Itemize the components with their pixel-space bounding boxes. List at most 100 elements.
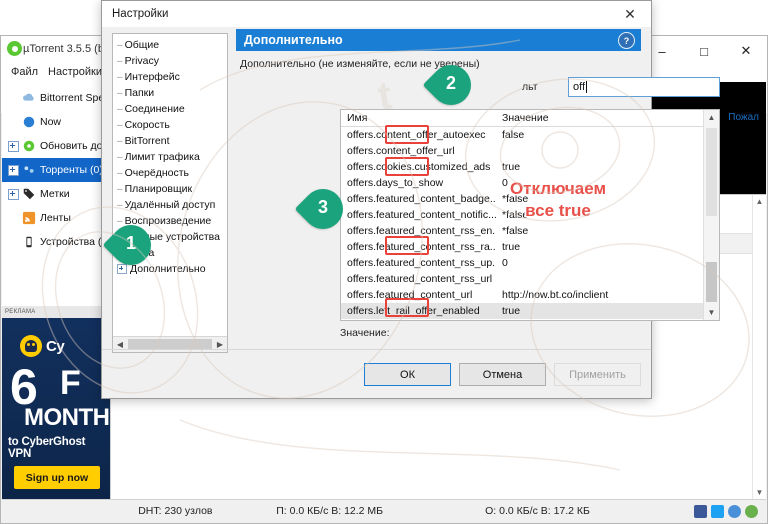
scroll-thumb[interactable] xyxy=(706,262,717,302)
filter-input[interactable]: off xyxy=(568,77,720,97)
facebook-icon[interactable] xyxy=(694,504,707,518)
ok-button[interactable]: ОК xyxy=(364,363,451,386)
device-icon xyxy=(26,236,32,248)
cyberghost-ad[interactable]: Cy 6 F MONTHS to CyberGhost VPN Sign up … xyxy=(2,318,110,499)
expander-icon[interactable] xyxy=(8,188,19,200)
settings-tree-item-3[interactable]: – Папки xyxy=(113,85,227,101)
sidebar-item-bittorrent-speed[interactable]: Bittorrent Spee xyxy=(2,86,110,110)
menu-settings[interactable]: Настройки xyxy=(48,66,102,78)
section-title: Дополнительно xyxy=(244,33,343,47)
sidebar-item-upgrade[interactable]: Обновить до Р xyxy=(2,134,110,158)
sidebar-item-torrents[interactable]: Торренты (0) xyxy=(2,158,110,182)
scroll-track-upper[interactable] xyxy=(706,128,717,216)
scroll-down-icon[interactable]: ▼ xyxy=(753,486,766,499)
settings-row[interactable]: offers.featured_content_rss_up... 0 xyxy=(341,255,719,271)
globe-icon[interactable] xyxy=(728,504,741,518)
settings-tree-item-10[interactable]: – Удалённый доступ xyxy=(113,197,227,213)
filter-label: льт xyxy=(522,81,538,93)
android-icon[interactable] xyxy=(745,504,758,518)
step-marker-3: 3 xyxy=(294,180,352,238)
list-vertical-scrollbar[interactable]: ▲ ▼ xyxy=(703,110,719,320)
settings-category-tree[interactable]: – Общие – Privacy – Интерфейс – Папки – Соединени… xyxy=(112,33,228,353)
expander-icon[interactable] xyxy=(8,140,19,152)
tree-dash-icon: – xyxy=(117,55,123,67)
utorrent-logo-icon xyxy=(7,41,22,56)
dialog-close-button[interactable]: ✕ xyxy=(609,1,651,27)
tree-dash-icon: – xyxy=(117,135,123,147)
sidebar-item-labels[interactable]: Метки xyxy=(2,182,110,206)
step-marker-1: 1 xyxy=(102,216,160,274)
step-marker-2: 2 xyxy=(422,56,480,114)
sidebar-item-devices[interactable]: Устройства (0 xyxy=(2,230,110,254)
dialog-button-row: ОК Отмена Применить xyxy=(364,363,641,386)
sidebar-label: Торренты (0) xyxy=(40,164,103,176)
circle-blue-icon xyxy=(23,116,35,128)
settings-tree-item-7[interactable]: – Лимит трафика xyxy=(113,149,227,165)
cancel-button[interactable]: Отмена xyxy=(459,363,546,386)
text-caret xyxy=(586,81,588,93)
column-header-name[interactable]: Имя xyxy=(341,112,496,124)
scroll-up-icon[interactable]: ▲ xyxy=(704,110,719,125)
setting-name: offers.featured_content_rss_url xyxy=(347,273,493,285)
setting-value: true xyxy=(502,305,521,317)
annotation-text-line2: все true xyxy=(525,201,591,220)
setting-name: offers.days_to_show xyxy=(347,177,444,189)
scroll-down-icon[interactable]: ▼ xyxy=(704,305,719,320)
tree-dash-icon: – xyxy=(117,87,123,99)
status-upload: О: 0.0 КБ/с В: 17.2 КБ xyxy=(485,505,590,517)
annotation-text-line1: Отключаем xyxy=(509,179,607,198)
apply-button[interactable]: Применить xyxy=(554,363,641,386)
promo-link[interactable]: Пожал xyxy=(728,112,759,123)
tree-item-label: Планировщик xyxy=(124,183,193,195)
tree-dash-icon: – xyxy=(117,119,123,131)
scroll-up-icon[interactable]: ▲ xyxy=(753,195,766,208)
setting-name: offers.featured_content_rss_up... xyxy=(347,257,496,269)
sidebar-item-feeds[interactable]: Ленты xyxy=(2,206,110,230)
sidebar-item-now[interactable]: Now xyxy=(2,110,110,134)
tree-item-label: Скорость xyxy=(124,119,170,131)
utorrent-icon xyxy=(23,140,35,152)
setting-name: offers.featured_content_notific... xyxy=(347,209,496,221)
help-icon[interactable]: ? xyxy=(618,32,635,49)
sidebar-label: Now xyxy=(40,116,62,128)
ad-months: MONTHS xyxy=(24,404,110,431)
expander-icon[interactable] xyxy=(8,164,19,176)
social-icons xyxy=(694,504,766,518)
twitter-icon[interactable] xyxy=(711,504,724,518)
settings-tree-item-2[interactable]: – Интерфейс xyxy=(113,69,227,85)
settings-tree-item-6[interactable]: – BitTorrent xyxy=(113,133,227,149)
utorrent-category-tree: Bittorrent Spee Now Обновить до Р Торрен… xyxy=(2,82,110,254)
column-header-value[interactable]: Значение xyxy=(496,112,719,124)
details-scrollbar[interactable]: ▲ ▼ xyxy=(752,195,766,499)
ad-free: F xyxy=(60,364,81,402)
tree-item-label: Лимит трафика xyxy=(124,151,200,163)
settings-tree-item-9[interactable]: – Планировщик xyxy=(113,181,227,197)
ad-label: РЕКЛАМА xyxy=(2,306,110,318)
settings-row[interactable]: offers.featured_content_rss_url xyxy=(341,271,719,287)
ad-subtitle: to CyberGhost VPN xyxy=(8,436,86,460)
dialog-titlebar: Настройки xyxy=(102,1,651,27)
settings-tree-item-4[interactable]: – Соединение xyxy=(113,101,227,117)
tree-item-label: Удалённый доступ xyxy=(124,199,216,211)
highlight-box-value-2 xyxy=(385,157,429,176)
settings-tree-item-1[interactable]: – Privacy xyxy=(113,53,227,69)
tag-icon xyxy=(23,188,35,200)
scroll-left-icon[interactable]: ◀ xyxy=(113,340,127,349)
setting-name: offers.featured_content_badge... xyxy=(347,193,496,205)
value-label: Значение: xyxy=(340,327,390,339)
tree-item-label: Privacy xyxy=(124,55,159,67)
tree-dash-icon: – xyxy=(117,71,123,83)
section-header-bar: Дополнительно ? xyxy=(236,29,641,51)
settings-tree-item-0[interactable]: – Общие xyxy=(113,37,227,53)
setting-value: true xyxy=(502,241,521,253)
ad-signup-button[interactable]: Sign up now xyxy=(14,466,100,489)
scroll-right-icon[interactable]: ▶ xyxy=(213,340,227,349)
sidebar-label: Bittorrent Spee xyxy=(40,92,111,104)
sidebar-label: Метки xyxy=(40,188,70,200)
tree-dash-icon: – xyxy=(117,183,123,195)
menu-file[interactable]: Файл xyxy=(11,66,38,78)
tree-item-label: BitTorrent xyxy=(124,135,170,147)
setting-value: 0 xyxy=(502,257,508,269)
settings-tree-item-5[interactable]: – Скорость xyxy=(113,117,227,133)
settings-tree-item-8[interactable]: – Очерёдность xyxy=(113,165,227,181)
